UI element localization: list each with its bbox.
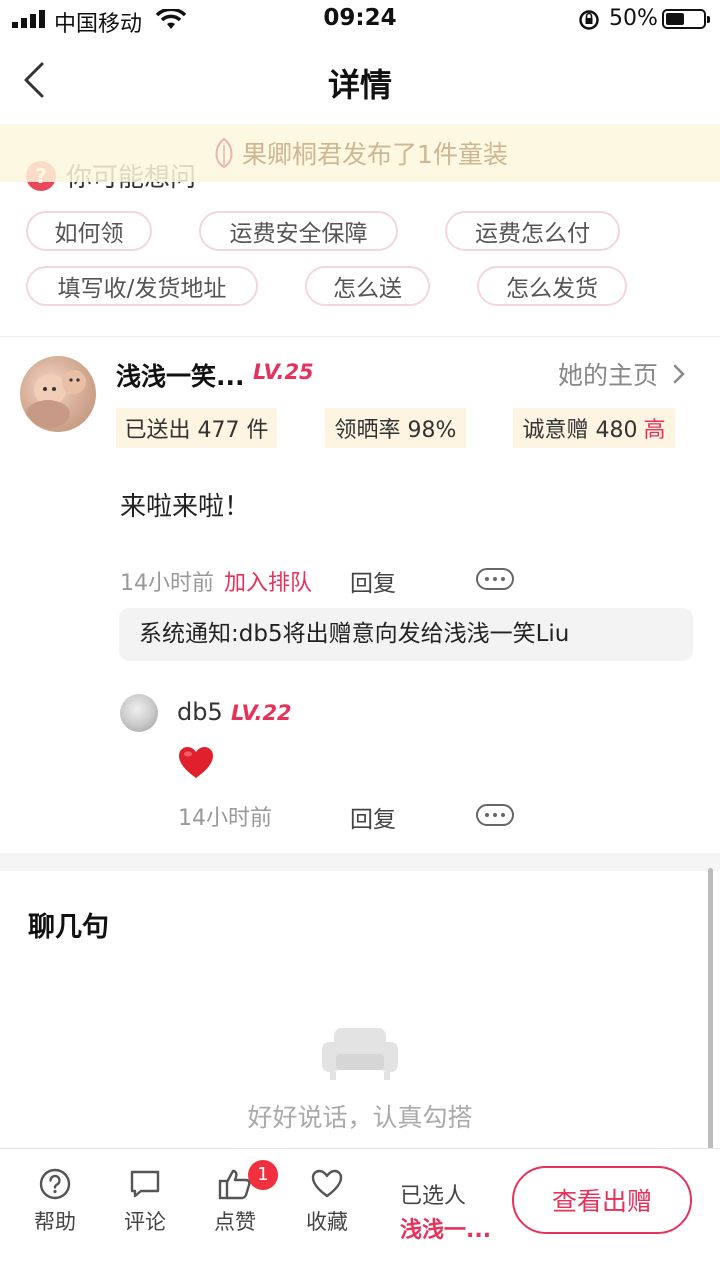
chosen-label: 已选人 — [400, 1184, 467, 1209]
stat-rate-label: 领晒率 98% — [334, 418, 457, 443]
comment-reply-button[interactable]: 回复 — [350, 800, 396, 834]
help-label: 帮助 — [34, 1210, 76, 1234]
page-title: 详情 — [327, 66, 392, 104]
chat-empty-text: 好好说话，认真勾搭 — [247, 1103, 473, 1132]
sofa-icon — [322, 1028, 398, 1080]
stat-rate: 领晒率 98% — [325, 408, 466, 448]
battery-percent: 50% — [609, 6, 658, 31]
avatar-photo — [26, 370, 86, 428]
post-content: 来啦来啦！ — [120, 492, 251, 522]
stat-sincerity-label: 诚意赠 480 — [522, 418, 638, 443]
thumbs-up-icon — [218, 1169, 251, 1200]
stat-sent-label: 已送出 477 件 — [124, 418, 269, 443]
chosen-name[interactable]: 浅浅一... — [400, 1212, 491, 1244]
comment-meta: 14小时前 — [178, 800, 272, 832]
faq-tag[interactable]: 怎么发货 — [477, 266, 627, 306]
like-count-badge: 1 — [248, 1160, 278, 1190]
faq-tag[interactable]: 如何领 — [26, 211, 152, 251]
comment-avatar[interactable] — [120, 694, 158, 732]
help-button[interactable]: 帮助 — [20, 1168, 90, 1236]
stat-sincerity-highlight: 高 — [643, 418, 666, 443]
join-queue-button[interactable]: 加入排队 — [224, 565, 312, 597]
comment-level-badge: LV.22 — [231, 701, 292, 725]
stat-sincerity: 诚意赠 480 高 — [513, 408, 675, 448]
status-bar: 中国移动 09:24 50% — [0, 0, 720, 40]
post-username[interactable]: 浅浅一笑... — [116, 357, 245, 393]
comment-time: 14小时前 — [178, 806, 272, 831]
chevron-right-icon — [673, 364, 685, 384]
rotation-lock-icon — [579, 10, 599, 30]
more-icon[interactable] — [476, 568, 514, 590]
battery-icon — [662, 9, 710, 29]
level-badge: LV.25 — [253, 360, 314, 384]
faq-tag[interactable]: 填写收/发货地址 — [26, 266, 258, 306]
comment-button[interactable]: 评论 — [110, 1168, 180, 1236]
nav-bar: 详情 — [0, 40, 720, 122]
stat-sent: 已送出 477 件 — [116, 408, 277, 448]
faq-tag[interactable]: 怎么送 — [305, 266, 430, 306]
reply-button[interactable]: 回复 — [350, 564, 396, 598]
chat-section-title: 聊几句 — [28, 912, 109, 943]
comment-icon — [130, 1170, 160, 1198]
section-divider — [0, 853, 720, 871]
view-gift-button[interactable]: 查看出赠 — [512, 1166, 692, 1234]
favorite-button[interactable]: 收藏 — [292, 1168, 362, 1236]
petal-icon — [215, 137, 233, 169]
like-label: 点赞 — [214, 1210, 256, 1234]
comment-more-icon[interactable] — [476, 804, 514, 826]
heart-outline-icon — [311, 1169, 343, 1198]
post-time: 14小时前 — [120, 571, 214, 596]
comment-username[interactable]: db5 — [177, 698, 223, 726]
comment-label: 评论 — [124, 1210, 166, 1234]
favorite-label: 收藏 — [306, 1210, 348, 1234]
divider — [0, 336, 720, 337]
post-meta: 14小时前 加入排队 — [120, 565, 312, 597]
faq-tag[interactable]: 运费安全保障 — [199, 211, 398, 251]
notice-text: 果卿桐君发布了1件童装 — [242, 140, 508, 169]
heart-icon — [179, 747, 213, 778]
avatar[interactable] — [20, 356, 96, 432]
homepage-label: 她的主页 — [558, 361, 659, 390]
notice-banner[interactable]: 果卿桐君发布了1件童装 — [0, 124, 720, 182]
help-icon — [39, 1168, 71, 1200]
homepage-link[interactable]: 她的主页 — [558, 356, 686, 392]
faq-tag[interactable]: 运费怎么付 — [445, 211, 620, 251]
system-notification: 系统通知:db5将出赠意向发给浅浅一笑Liu — [119, 608, 693, 661]
